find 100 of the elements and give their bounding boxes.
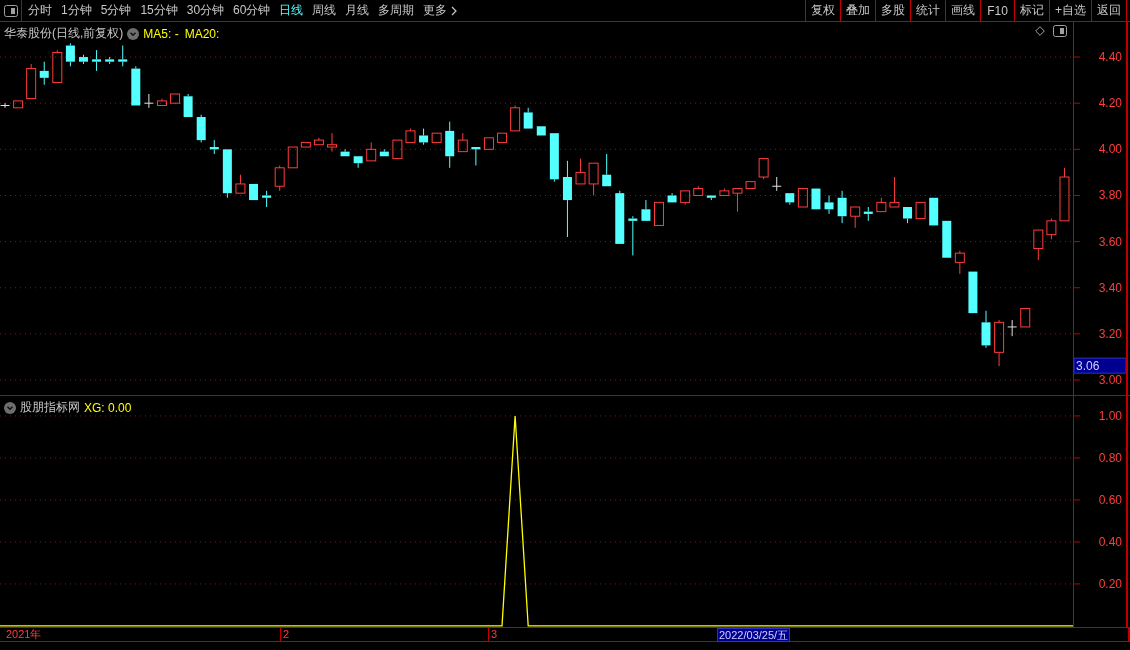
dropdown-icon[interactable]	[4, 401, 16, 414]
toolbar-button[interactable]: +自选	[1049, 0, 1091, 21]
candlestick	[405, 128, 416, 143]
candlestick	[641, 199, 651, 222]
candlestick	[680, 190, 691, 206]
ma-label: MA5: -	[143, 26, 179, 41]
ma-label: MA20:	[184, 26, 220, 41]
candlestick	[79, 54, 88, 65]
candlestick	[850, 206, 861, 229]
toolbar-button[interactable]: 标记	[1014, 0, 1049, 21]
candlestick	[915, 201, 926, 220]
candlestick	[156, 98, 167, 106]
candlestick	[954, 250, 965, 275]
candlestick	[366, 141, 377, 162]
period-tab[interactable]: 1分钟	[61, 2, 92, 19]
candlestick	[483, 137, 494, 150]
axis-label: 3.40	[1098, 280, 1122, 295]
candlestick	[313, 137, 324, 146]
candlestick	[549, 132, 559, 183]
candlestick	[771, 176, 782, 192]
time-axis-label: 3	[488, 628, 498, 641]
period-tab[interactable]: 5分钟	[100, 2, 132, 19]
candlestick	[903, 206, 912, 224]
candlestick	[667, 192, 677, 203]
toolbar-button[interactable]: 统计	[910, 0, 945, 21]
candlestick	[942, 220, 952, 259]
axis-label: 0.60	[1098, 492, 1122, 507]
candlestick	[131, 65, 141, 106]
panel-toggle-icon[interactable]	[1053, 25, 1067, 37]
candlestick	[92, 49, 102, 72]
candlestick	[824, 194, 834, 215]
candlestick	[392, 139, 403, 160]
axis-label: 4.00	[1098, 142, 1122, 157]
candlestick	[588, 162, 599, 196]
candlestick	[0, 102, 10, 109]
candlestick	[353, 155, 363, 169]
toolbar-button[interactable]: 返回	[1091, 0, 1127, 21]
toolbar-button[interactable]: 叠加	[840, 0, 875, 21]
period-tab[interactable]: 月线	[345, 2, 370, 19]
candlestick	[445, 121, 455, 169]
period-tab[interactable]: 周线	[312, 2, 337, 19]
candlestick	[575, 158, 586, 185]
period-tab[interactable]: 30分钟	[186, 2, 225, 19]
candlestick	[497, 132, 508, 143]
toolbar-button[interactable]: 画线	[945, 0, 980, 21]
toolbar-button[interactable]: F10	[980, 0, 1014, 21]
axis-label: 3.00	[1098, 373, 1122, 387]
candlestick	[209, 139, 219, 155]
candlestick	[968, 271, 978, 314]
toolbar-button[interactable]: 复权	[805, 0, 840, 21]
candlestick	[1033, 229, 1044, 261]
axis-label: 4.40	[1098, 50, 1122, 65]
candlestick	[1046, 218, 1057, 240]
candlestick	[143, 93, 154, 109]
candlestick	[274, 165, 285, 192]
candlestick	[118, 45, 128, 67]
candlestick	[65, 42, 75, 67]
period-tab[interactable]: 日线	[279, 2, 304, 19]
candlestick	[379, 148, 389, 157]
candlestick	[287, 146, 298, 169]
candlestick	[300, 141, 311, 148]
candlestick	[758, 158, 769, 180]
period-tab[interactable]: 多周期	[378, 2, 415, 19]
candlestick	[863, 206, 873, 222]
candlestick	[471, 146, 481, 166]
indicator-title: 股朋指标网	[20, 399, 80, 416]
candlestick	[105, 56, 115, 65]
axis-label: 1.00	[1098, 408, 1122, 423]
period-tab[interactable]: 15分钟	[140, 2, 178, 19]
candlestick	[510, 105, 521, 132]
candlestick	[719, 188, 730, 196]
candlestick	[732, 188, 743, 213]
candlestick	[1007, 319, 1018, 337]
cursor-price-label: 3.06	[1074, 357, 1126, 374]
candlestick	[602, 153, 612, 187]
period-tab[interactable]: 60分钟	[233, 2, 271, 19]
candlestick	[235, 174, 246, 194]
candlestick	[654, 201, 664, 226]
axis-label: 0.20	[1098, 576, 1122, 591]
candlestick	[797, 188, 808, 208]
candlestick	[431, 132, 442, 143]
period-tab[interactable]: 分时	[28, 2, 52, 19]
candlestick	[785, 192, 795, 206]
candlestick	[419, 128, 429, 146]
candlestick	[262, 190, 272, 208]
candlestick	[183, 93, 193, 118]
candlestick	[706, 194, 716, 201]
period-tab[interactable]: 更多	[423, 2, 458, 19]
dropdown-icon[interactable]	[127, 27, 140, 40]
candlestick	[523, 107, 533, 130]
candlestick	[457, 132, 468, 153]
candlestick	[837, 190, 847, 224]
candlestick	[196, 114, 206, 143]
stock-title: 华泰股份(日线,前复权)	[4, 25, 124, 42]
candlestick	[13, 100, 24, 109]
candlestick	[222, 148, 232, 199]
panel-toggle-icon[interactable]	[3, 4, 18, 17]
diamond-icon[interactable]	[1035, 26, 1045, 36]
toolbar-button[interactable]: 多股	[875, 0, 910, 21]
indicator-value: XG: 0.00	[84, 400, 132, 415]
